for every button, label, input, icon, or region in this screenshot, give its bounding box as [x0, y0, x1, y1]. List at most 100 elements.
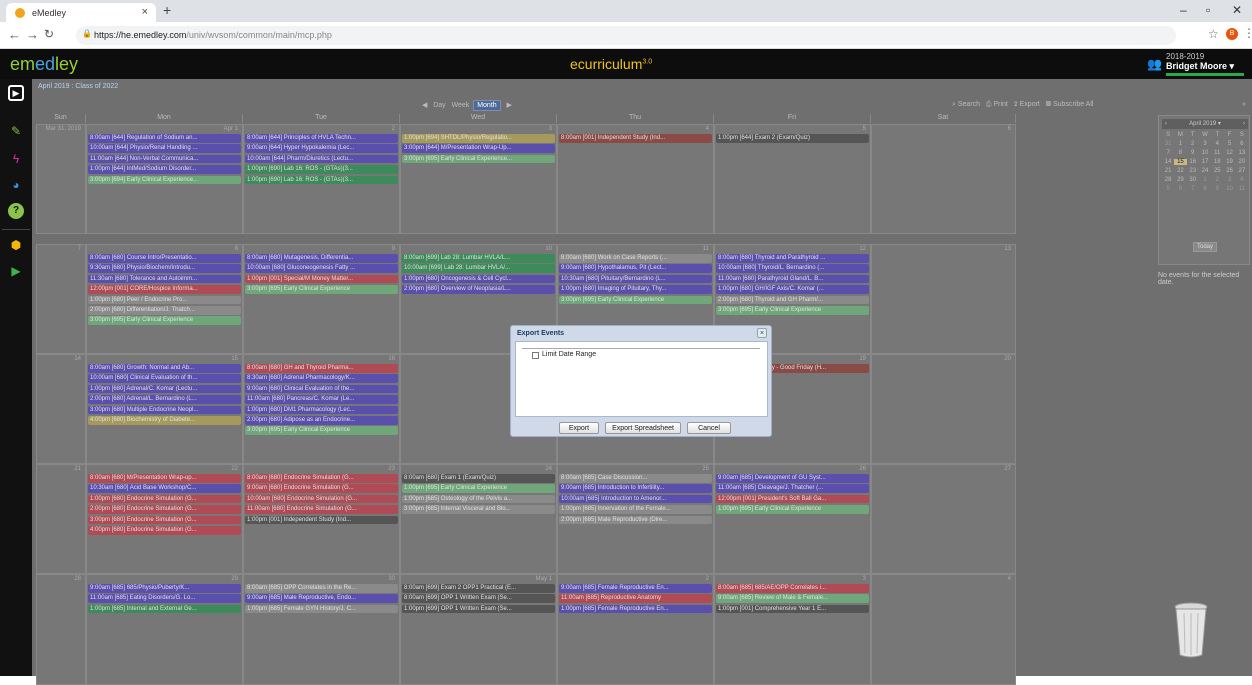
prev-month-button[interactable]: ◀ — [422, 102, 427, 109]
calendar-event[interactable]: 1:00pm [690] Lab 16: ROS - (GTAs)(3... — [245, 175, 398, 185]
calendar-event[interactable]: 8:00am [685] Case Discussion... — [559, 474, 712, 483]
pencil-icon[interactable]: ✎ — [8, 123, 24, 139]
play-icon[interactable]: ▶ — [8, 263, 24, 279]
calendar-event[interactable]: 12:00pm [001] CORE/Hospice Informa... — [88, 285, 241, 294]
day-cell[interactable]: May 1 8:00am [699] Exam 2 OPP1 Practical … — [400, 574, 557, 685]
day-cell[interactable]: 16 8:00am [680] GH and Thyroid Pharma... 8… — [243, 354, 400, 464]
mini-day[interactable]: 7 — [1187, 186, 1199, 192]
calendar-event[interactable]: 1:00pm [694] SHTDL/Physio/Regulatio... — [402, 134, 555, 143]
mini-day[interactable]: 30 — [1187, 177, 1199, 183]
mini-day[interactable]: 24 — [1199, 168, 1211, 174]
calendar-event[interactable]: 11:00am [680] Endocrine Simulation (G... — [245, 505, 398, 514]
day-cell[interactable]: 7 — [36, 244, 86, 354]
day-cell[interactable]: 5 1:00pm [644] Exam 2 (Exam/Quiz) — [714, 124, 871, 234]
mini-day[interactable]: 11 — [1211, 150, 1223, 156]
day-cell[interactable]: 14 — [36, 354, 86, 464]
calendar-event[interactable]: 11:00am [685] Reproductive Anatomy — [559, 594, 712, 603]
mini-day[interactable]: 4 — [1211, 141, 1223, 147]
calendar-event[interactable]: 8:00am [680] M/Presentation Wrap-up... — [88, 474, 241, 483]
mini-calendar-month[interactable]: April 2019 ▾ — [1189, 121, 1221, 127]
mini-day[interactable]: 11 — [1236, 186, 1248, 192]
day-cell[interactable]: 4 8:00am [001] Independent Study (Ind... — [557, 124, 714, 234]
mini-day[interactable]: 26 — [1223, 168, 1235, 174]
calendar-event[interactable]: 2:00pm [680] Thyroid and GH Pharm/... — [716, 295, 869, 305]
calendar-event[interactable]: 2:00pm [680] Adipose as an Endocrine... — [245, 416, 398, 425]
export-button[interactable]: Export — [1020, 101, 1040, 108]
mini-day[interactable]: 18 — [1211, 159, 1223, 165]
new-tab-button[interactable]: + — [163, 2, 171, 18]
calendar-event[interactable]: 8:00am [001] Independent Study (Ind... — [559, 134, 712, 143]
reload-icon[interactable]: ↻ — [44, 27, 54, 41]
calendar-event[interactable]: 10:30am [680] Acid Base Workshop/C... — [88, 484, 241, 493]
help-icon[interactable]: ? — [8, 203, 24, 219]
mini-day[interactable]: 21 — [1162, 168, 1174, 174]
coins-icon[interactable]: ⬢ — [8, 237, 24, 253]
minimize-icon[interactable]: – — [1180, 3, 1187, 17]
day-cell[interactable]: 3 1:00pm [694] SHTDL/Physio/Regulatio... 3… — [400, 124, 557, 234]
calendar-event[interactable]: 10:00am [685] Introduction to Amenor... — [559, 494, 712, 504]
calendar-event[interactable]: 3:00pm [695] Early Clinical Experience — [716, 306, 869, 315]
calendar-event[interactable]: 1:00pm [685] Internal and External Ge... — [88, 604, 241, 614]
calendar-event[interactable]: 2:00pm [680] Adrenal/L. Bernardino (L... — [88, 395, 241, 404]
day-cell[interactable]: 6 — [871, 124, 1016, 234]
day-cell[interactable]: 22 8:00am [680] M/Presentation Wrap-up...… — [86, 464, 243, 574]
browser-tab[interactable]: eMedley × — [6, 3, 156, 22]
calendar-event[interactable]: 1:00pm [685] Female Reproductive En... — [559, 604, 712, 614]
day-cell[interactable]: 28 — [36, 574, 86, 685]
day-cell[interactable]: 25 8:00am [685] Case Discussion... 9:00am … — [557, 464, 714, 574]
calendar-event[interactable]: 8:30am [680] Adrenal Pharmacology/K... — [245, 374, 398, 383]
calendar-event[interactable]: 1:00pm [644] Exam 2 (Exam/Quiz) — [716, 134, 869, 143]
calendar-event[interactable]: 1:00pm [699] OPP 1 Written Exam (Se... — [402, 604, 555, 614]
day-cell[interactable]: 15 8:00am [680] Growth: Normal and Ab... 1… — [86, 354, 243, 464]
mini-day[interactable]: 6 — [1174, 186, 1186, 192]
day-cell[interactable]: 26 9:00am [685] Development of GU Syst...… — [714, 464, 871, 574]
calendar-event[interactable]: 8:00am [685] 685/AE/OPP Correlates i... — [716, 584, 869, 593]
calendar-event[interactable]: 9:00am [685] Female Reproductive En... — [559, 584, 712, 593]
calendar-event[interactable]: 10:00am [699] Lab 28: Lumbar HVLA/... — [402, 264, 555, 273]
mini-day[interactable]: 13 — [1236, 150, 1248, 156]
day-cell[interactable]: Apr 1 8:00am [644] Regulation of Sodium a… — [86, 124, 243, 234]
calendar-event[interactable]: 11:00am [680] Parathyroid Gland/L. B... — [716, 274, 869, 284]
mini-day[interactable]: 25 — [1211, 168, 1223, 174]
day-cell[interactable]: 31Mar 31, 2019 — [36, 124, 86, 234]
users-icon[interactable]: 👥 — [1147, 57, 1162, 71]
search-button[interactable]: Search — [958, 101, 980, 108]
day-cell[interactable]: 21 — [36, 464, 86, 574]
calendar-event[interactable]: 9:00am [685] Male Reproductive, Endo... — [245, 594, 398, 603]
calendar-event[interactable]: 2:00pm [680] Overview of Neoplasia/L... — [402, 285, 555, 294]
calendar-event[interactable]: 1:00pm [680] DM1 Pharmacology (Lec... — [245, 405, 398, 415]
calendar-event[interactable]: 10:00am [680] Thyroid/L. Bernardino (... — [716, 264, 869, 273]
calendar-event[interactable]: 1:00pm [685] Osteology of the Pelvis a..… — [402, 494, 555, 504]
back-arrow-icon[interactable]: ← — [8, 27, 21, 42]
calendar-event[interactable]: 1:00pm [680] Imaging of Pituitary, Thy..… — [559, 285, 712, 294]
day-cell[interactable]: 23 8:00am [680] Endocrine Simulation (G..… — [243, 464, 400, 574]
profile-avatar[interactable]: B — [1226, 28, 1238, 40]
day-view-button[interactable]: Day — [433, 102, 445, 109]
print-button[interactable]: Print — [993, 101, 1007, 108]
calendar-event[interactable]: 8:00am [680] Work on Case Reports (... — [559, 254, 712, 263]
mini-day[interactable]: 8 — [1199, 186, 1211, 192]
mini-day[interactable]: 17 — [1199, 159, 1211, 165]
calendar-event[interactable]: 3:00pm [695] Early Clinical Experience — [245, 285, 398, 294]
emedley-logo[interactable]: emedley — [10, 54, 78, 75]
calendar-event[interactable]: 4:00pm [680] Biochemistry of Diabete... — [88, 416, 241, 425]
day-cell[interactable]: 9 8:00am [680] Mutagenesis, Differentia..… — [243, 244, 400, 354]
mini-day[interactable]: 1 — [1199, 177, 1211, 183]
next-month-button[interactable]: ▶ — [507, 102, 512, 109]
calendar-event[interactable]: 8:00am [680] Endocrine Simulation (G... — [245, 474, 398, 483]
calendar-event[interactable]: 8:00am [680] Mutagenesis, Differentia... — [245, 254, 398, 263]
day-cell[interactable]: 2 9:00am [685] Female Reproductive En... 1… — [557, 574, 714, 685]
calendar-event[interactable]: 4:00pm [680] Endocrine Simulation (G... — [88, 526, 241, 535]
month-view-button[interactable]: Month — [473, 100, 501, 111]
calendar-event[interactable]: 2:00pm [685] Male Reproductive (Dire... — [559, 515, 712, 525]
maximize-icon[interactable]: ▫ — [1206, 3, 1210, 17]
calendar-event[interactable]: 8:00am [644] Principles of HVLA Techn... — [245, 134, 398, 143]
url-field[interactable]: 🔒 https://he.emedley.com/univ/wvsom/comm… — [76, 26, 1176, 45]
calendar-event[interactable]: 3:00pm [695] Early Clinical Experience — [88, 316, 241, 325]
mini-day[interactable]: 6 — [1236, 141, 1248, 147]
mini-day[interactable]: 20 — [1236, 159, 1248, 165]
calendar-event[interactable]: 1:00pm [001] Special/M Money Matter... — [245, 274, 398, 284]
calendar-event[interactable]: 1:00pm [685] Innervation of the Female..… — [559, 505, 712, 514]
calendar-event[interactable]: 10:00am [680] Gluconeogenesis Fatty ... — [245, 264, 398, 273]
calendar-event[interactable]: 10:00am [680] Clinical Evaluation of th.… — [88, 374, 241, 383]
